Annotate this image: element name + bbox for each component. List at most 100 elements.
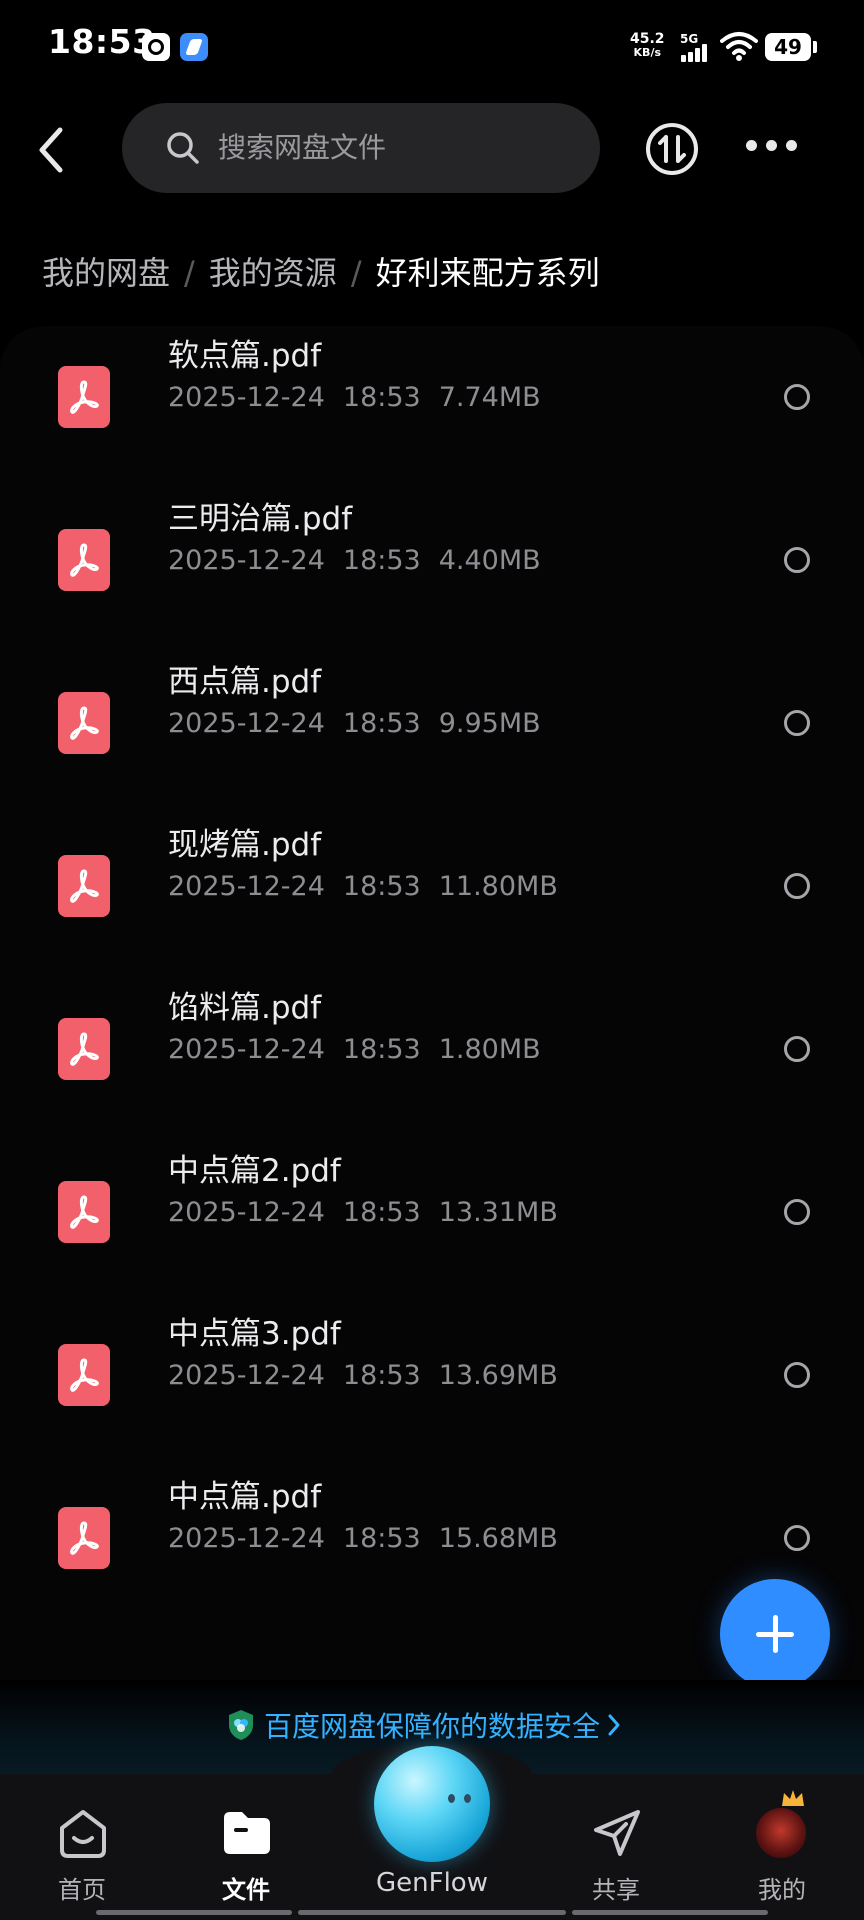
paper-plane-icon [594, 1810, 640, 1856]
file-meta: 2025-12-24 18:53 9.95MB [168, 708, 559, 739]
select-checkbox[interactable] [784, 1199, 810, 1225]
breadcrumb-separator: / [184, 254, 195, 292]
file-meta: 2025-12-24 18:53 4.40MB [168, 545, 559, 576]
breadcrumb-item-my-resources[interactable]: 我的资源 [209, 254, 337, 292]
folder-icon [224, 1812, 270, 1854]
back-button[interactable] [30, 120, 80, 180]
crown-icon [782, 1790, 804, 1806]
file-size: 7.74MB [438, 382, 541, 413]
status-time: 18:53 [48, 22, 156, 61]
file-row[interactable]: 软点篇.pdf 2025-12-24 18:53 7.74MB [0, 326, 864, 473]
select-checkbox[interactable] [784, 384, 810, 410]
file-time: 18:53 [342, 1034, 421, 1065]
file-name: 软点篇.pdf [168, 338, 322, 374]
select-checkbox[interactable] [784, 1036, 810, 1062]
avatar[interactable] [756, 1808, 806, 1858]
gesture-bar [96, 1910, 292, 1915]
signal-icon [681, 44, 709, 62]
select-checkbox[interactable] [784, 1525, 810, 1551]
file-date: 2025-12-24 [168, 1197, 325, 1228]
file-date: 2025-12-24 [168, 382, 325, 413]
search-icon [167, 132, 199, 164]
file-size: 1.80MB [438, 1034, 541, 1065]
file-size: 9.95MB [438, 708, 541, 739]
file-row[interactable]: 现烤篇.pdf 2025-12-24 18:53 11.80MB [0, 799, 864, 962]
orb-eye [448, 1794, 455, 1803]
file-size: 4.40MB [438, 545, 541, 576]
nav-item-files[interactable]: 文件 [186, 1774, 306, 1920]
battery-indicator: 49 [765, 33, 817, 61]
notes-app-icon [180, 33, 208, 61]
status-bar: 18:53 45.2 KB/s 5G 49 [0, 0, 864, 96]
pdf-file-icon [58, 1181, 110, 1243]
file-time: 18:53 [342, 1523, 421, 1554]
file-time: 18:53 [342, 871, 421, 902]
shield-icon [229, 1710, 253, 1740]
search-bar[interactable]: 搜索网盘文件 [122, 103, 600, 193]
network-speed: 45.2 KB/s [630, 32, 665, 60]
pdf-file-icon [58, 1507, 110, 1569]
genflow-button[interactable] [374, 1746, 490, 1862]
transfer-icon [646, 123, 698, 175]
nav-item-home[interactable]: 首页 [22, 1774, 142, 1920]
select-checkbox[interactable] [784, 1362, 810, 1388]
network-speed-value: 45.2 [630, 31, 665, 47]
file-row[interactable]: 中点篇.pdf 2025-12-24 18:53 15.68MB [0, 1451, 864, 1614]
file-date: 2025-12-24 [168, 1523, 325, 1554]
breadcrumb-item-my-drive[interactable]: 我的网盘 [42, 254, 170, 292]
nav-label-genflow: GenFlow [376, 1868, 488, 1898]
select-checkbox[interactable] [784, 873, 810, 899]
file-row[interactable]: 中点篇3.pdf 2025-12-24 18:53 13.69MB [0, 1288, 864, 1451]
file-name: 西点篇.pdf [168, 664, 322, 700]
orb-eye [464, 1794, 471, 1803]
file-size: 13.31MB [438, 1197, 558, 1228]
nav-label-share: 共享 [592, 1876, 640, 1904]
file-row[interactable]: 馅料篇.pdf 2025-12-24 18:53 1.80MB [0, 962, 864, 1125]
pdf-file-icon [58, 366, 110, 428]
file-date: 2025-12-24 [168, 871, 325, 902]
chevron-right-icon [608, 1714, 620, 1736]
file-name: 中点篇3.pdf [168, 1316, 341, 1352]
file-date: 2025-12-24 [168, 708, 325, 739]
file-name: 现烤篇.pdf [168, 827, 322, 863]
file-row[interactable]: 三明治篇.pdf 2025-12-24 18:53 4.40MB [0, 473, 864, 636]
file-meta: 2025-12-24 18:53 7.74MB [168, 382, 559, 413]
transfer-button[interactable] [644, 121, 700, 181]
nav-label-mine: 我的 [758, 1876, 806, 1904]
file-time: 18:53 [342, 1360, 421, 1391]
nav-item-share[interactable]: 共享 [556, 1774, 676, 1920]
home-icon [60, 1810, 106, 1858]
file-name: 三明治篇.pdf [168, 501, 353, 537]
more-options-icon[interactable] [746, 140, 798, 154]
file-meta: 2025-12-24 18:53 13.31MB [168, 1197, 576, 1228]
file-size: 13.69MB [438, 1360, 558, 1391]
nav-label-files: 文件 [222, 1876, 270, 1904]
network-speed-unit: KB/s [633, 46, 662, 59]
file-row[interactable]: 西点篇.pdf 2025-12-24 18:53 9.95MB [0, 636, 864, 799]
file-time: 18:53 [342, 708, 421, 739]
select-checkbox[interactable] [784, 547, 810, 573]
select-checkbox[interactable] [784, 710, 810, 736]
file-meta: 2025-12-24 18:53 1.80MB [168, 1034, 559, 1065]
file-meta: 2025-12-24 18:53 15.68MB [168, 1523, 576, 1554]
file-time: 18:53 [342, 545, 421, 576]
file-row[interactable]: 中点篇2.pdf 2025-12-24 18:53 13.31MB [0, 1125, 864, 1288]
breadcrumb: 我的网盘 / 我的资源 / 好利来配方系列 [42, 248, 600, 294]
file-size: 15.68MB [438, 1523, 558, 1554]
gesture-bar [572, 1910, 768, 1915]
search-input[interactable]: 搜索网盘文件 [218, 103, 386, 193]
gesture-bar [298, 1910, 566, 1915]
file-meta: 2025-12-24 18:53 11.80MB [168, 871, 576, 902]
breadcrumb-item-current-folder: 好利来配方系列 [375, 254, 600, 292]
pdf-file-icon [58, 529, 110, 591]
add-button[interactable] [720, 1579, 830, 1689]
file-list: 软点篇.pdf 2025-12-24 18:53 7.74MB 三明治篇.pdf 2… [0, 326, 864, 1706]
pdf-file-icon [58, 1344, 110, 1406]
file-name: 中点篇.pdf [168, 1479, 322, 1515]
pdf-file-icon [58, 855, 110, 917]
file-date: 2025-12-24 [168, 545, 325, 576]
file-date: 2025-12-24 [168, 1360, 325, 1391]
nav-label-home: 首页 [58, 1876, 106, 1904]
file-size: 11.80MB [438, 871, 558, 902]
pdf-file-icon [58, 692, 110, 754]
